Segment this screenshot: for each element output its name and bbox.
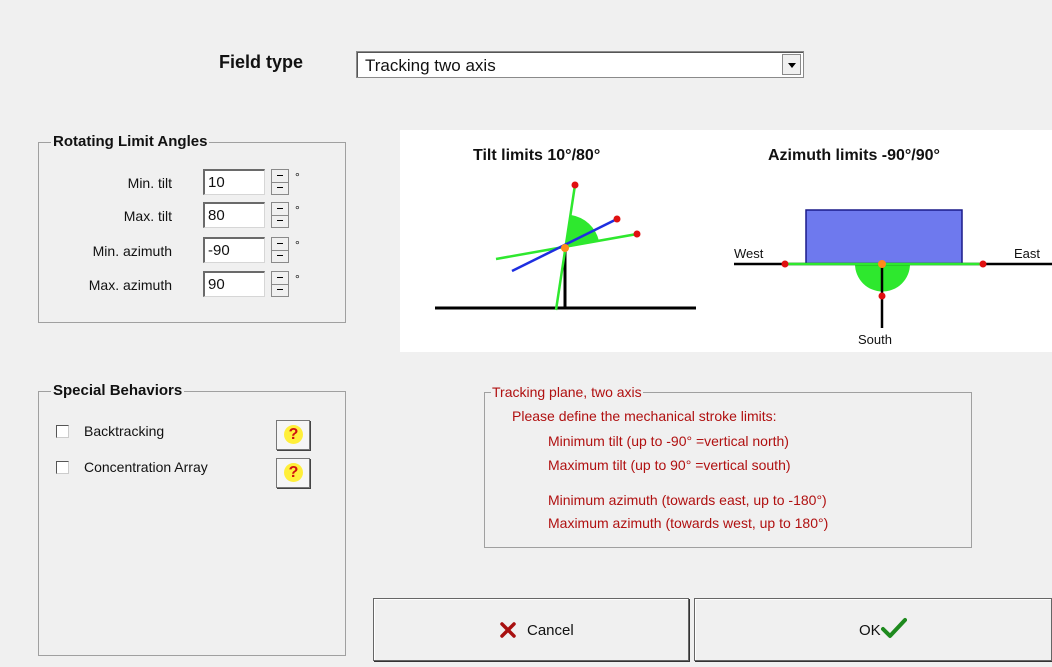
backtracking-label[interactable]: Backtracking bbox=[84, 423, 164, 439]
max-azimuth-spinner[interactable] bbox=[271, 271, 289, 297]
south-label: South bbox=[858, 332, 892, 347]
max-tilt-label: Max. tilt bbox=[123, 208, 172, 224]
field-type-label: Field type bbox=[219, 52, 304, 72]
max-azimuth-label: Max. azimuth bbox=[88, 277, 172, 293]
close-icon bbox=[500, 622, 516, 638]
min-azimuth-spinner[interactable] bbox=[271, 237, 289, 263]
field-type-value: Tracking two axis bbox=[365, 56, 496, 75]
ok-button[interactable]: OK bbox=[694, 598, 1052, 661]
max-azimuth-input[interactable]: 90 bbox=[203, 271, 265, 297]
special-behaviors-title: Special Behaviors bbox=[51, 382, 185, 399]
tilt-diagram bbox=[435, 181, 696, 311]
cancel-label: Cancel bbox=[527, 622, 574, 639]
azimuth-diagram bbox=[734, 209, 1052, 328]
spin-down-icon[interactable] bbox=[272, 284, 288, 296]
limit-point bbox=[979, 260, 987, 268]
cancel-button[interactable]: Cancel bbox=[373, 598, 689, 661]
spin-down-icon[interactable] bbox=[272, 215, 288, 227]
pivot-point bbox=[561, 244, 569, 252]
rotating-limit-angles-group: Rotating Limit Angles Min. tilt 10 ° Max… bbox=[38, 133, 346, 323]
panel-rect bbox=[805, 209, 963, 265]
spin-down-icon[interactable] bbox=[272, 250, 288, 262]
info-line: Maximum azimuth (towards west, up to 180… bbox=[548, 515, 829, 531]
min-azimuth-input[interactable]: -90 bbox=[203, 237, 265, 263]
info-line: Minimum azimuth (towards east, up to -18… bbox=[548, 492, 827, 508]
help-icon: ? bbox=[284, 425, 303, 444]
limits-diagram-graphic bbox=[435, 181, 1052, 328]
pivot-point bbox=[878, 260, 886, 268]
east-label: East bbox=[1014, 246, 1041, 261]
min-tilt-unit: ° bbox=[295, 170, 300, 184]
info-line: Minimum tilt (up to -90° =vertical north… bbox=[548, 433, 789, 449]
info-group: Tracking plane, two axis Please define t… bbox=[484, 384, 972, 548]
help-icon: ? bbox=[284, 463, 303, 482]
chevron-down-icon[interactable] bbox=[782, 54, 801, 75]
concentration-array-checkbox[interactable] bbox=[56, 461, 69, 474]
max-tilt-spinner[interactable] bbox=[271, 202, 289, 228]
field-type-select[interactable]: Tracking two axis bbox=[356, 51, 804, 78]
limits-diagram: Tilt limits 10°/80° Azimuth limits -90°/… bbox=[400, 130, 1052, 352]
limit-point bbox=[613, 215, 621, 223]
min-azimuth-label: Min. azimuth bbox=[92, 243, 172, 259]
concentration-array-label[interactable]: Concentration Array bbox=[84, 459, 208, 475]
backtracking-help-button[interactable]: ? bbox=[276, 420, 310, 450]
limit-point bbox=[878, 292, 886, 300]
info-line: Please define the mechanical stroke limi… bbox=[512, 408, 777, 424]
backtracking-checkbox[interactable] bbox=[56, 425, 69, 438]
max-tilt-input[interactable]: 80 bbox=[203, 202, 265, 228]
concentration-array-help-button[interactable]: ? bbox=[276, 458, 310, 488]
min-tilt-label: Min. tilt bbox=[127, 175, 172, 191]
info-line: Maximum tilt (up to 90° =vertical south) bbox=[548, 457, 791, 473]
ok-label: OK bbox=[859, 622, 881, 639]
limit-point bbox=[633, 230, 641, 238]
check-icon bbox=[881, 618, 907, 638]
max-azimuth-unit: ° bbox=[295, 272, 300, 286]
west-label: West bbox=[734, 246, 764, 261]
special-behaviors-group: Special Behaviors Backtracking ? Concent… bbox=[38, 382, 346, 656]
limit-point bbox=[571, 181, 579, 189]
max-tilt-unit: ° bbox=[295, 203, 300, 217]
min-tilt-spinner[interactable] bbox=[271, 169, 289, 195]
rotating-limit-angles-title: Rotating Limit Angles bbox=[51, 133, 210, 150]
limit-point bbox=[781, 260, 789, 268]
min-tilt-input[interactable]: 10 bbox=[203, 169, 265, 195]
min-azimuth-unit: ° bbox=[295, 238, 300, 252]
info-title: Tracking plane, two axis bbox=[491, 384, 643, 400]
spin-down-icon[interactable] bbox=[272, 182, 288, 194]
